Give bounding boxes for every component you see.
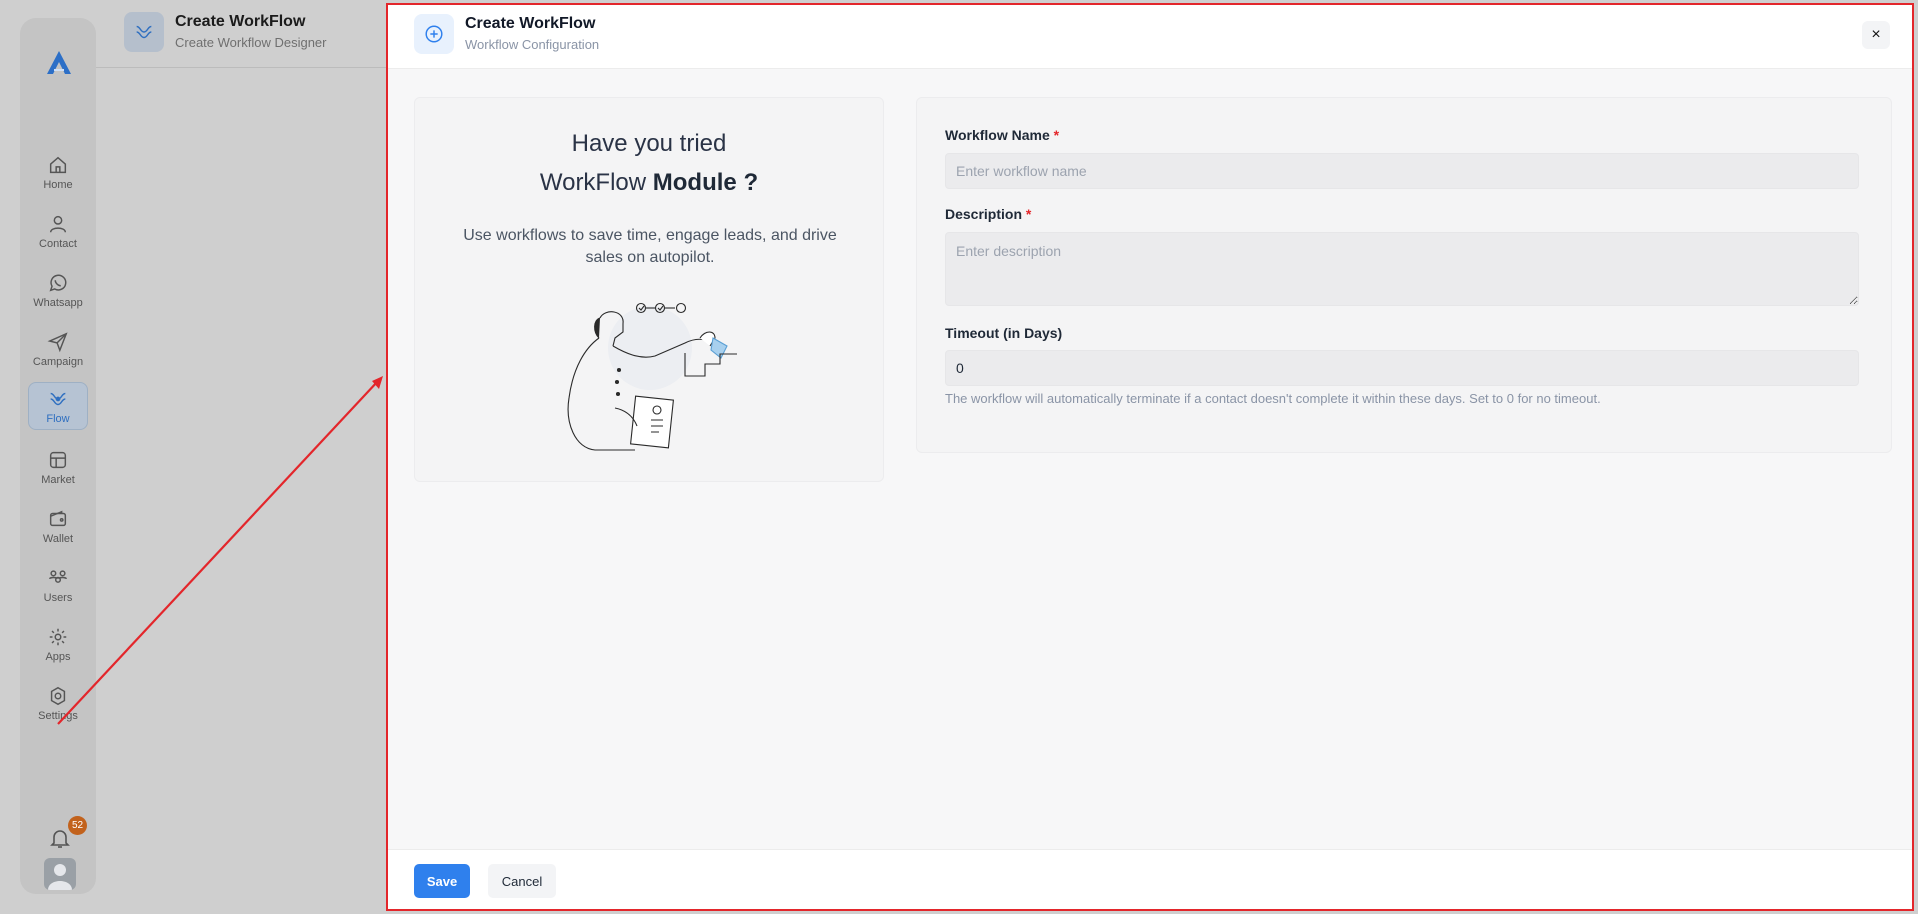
timeout-help-text: The workflow will automatically terminat… [945,391,1601,406]
promo-heading-line1: Have you tried [571,130,727,157]
plus-circle-icon [414,14,454,54]
sidebar-item-apps[interactable]: Apps [28,620,88,668]
promo-description: Use workflows to save time, engage leads… [463,227,837,266]
sidebar-item-label: Flow [46,412,70,425]
workflow-name-label-text: Workflow Name [945,127,1050,143]
flow-icon [50,392,66,405]
apps-icon [49,628,67,645]
sidebar-item-label: Campaign [32,355,84,368]
home-icon [49,156,67,173]
workflow-illustration [567,302,737,451]
sidebar-item-label: Wallet [42,532,74,545]
sidebar-item-whatsapp[interactable]: Whatsapp [28,266,88,314]
promo-heading-bold: Module ? [652,169,759,196]
settings-icon [50,686,66,705]
background-page-title: Create WorkFlow [175,13,306,30]
modal-footer: Save Cancel [388,849,1912,909]
flow-icon [124,12,164,52]
sidebar-item-home[interactable]: Home [28,148,88,196]
timeout-input[interactable] [945,350,1859,386]
sidebar-item-label: Market [41,473,75,486]
sidebar-item-wallet[interactable]: Wallet [28,502,88,550]
modal-subtitle: Workflow Configuration [465,37,600,52]
sidebar: Home Contact Whatsapp Campaign Flow Mark… [20,18,96,894]
sidebar-item-label: Users [43,591,73,604]
description-label-text: Description [945,206,1023,222]
sidebar-item-label: Settings [38,709,78,722]
save-button[interactable]: Save [414,864,470,898]
send-icon [47,331,68,352]
background-page-subtitle: Create Workflow Designer [175,35,327,50]
sidebar-item-label: Apps [45,650,71,663]
sidebar-item-settings[interactable]: Settings [28,679,88,727]
avatar-placeholder-icon [48,864,72,890]
users-icon [49,569,67,583]
sidebar-item-label: Whatsapp [33,296,83,309]
sidebar-item-label: Home [43,178,73,191]
avatar[interactable] [44,858,76,890]
workflow-name-label: Workflow Name * [945,127,1059,143]
sidebar-item-label: Contact [39,237,77,250]
required-mark: * [1053,127,1060,143]
sidebar-item-contact[interactable]: Contact [28,207,88,255]
brand-logo [47,51,71,74]
whatsapp-icon [49,274,67,291]
promo-heading-prefix: WorkFlow [539,169,653,196]
description-textarea[interactable] [945,232,1859,306]
workflow-form: Workflow Name * Description * Timeout (i… [916,97,1892,453]
wallet-icon [49,510,67,526]
market-icon [49,451,67,468]
sidebar-item-flow[interactable]: Flow [28,382,88,430]
cancel-button[interactable]: Cancel [488,864,556,898]
workflow-name-input[interactable] [945,153,1859,189]
modal-title: Create WorkFlow [465,15,596,32]
sidebar-item-campaign[interactable]: Campaign [28,325,88,373]
notification-badge: 52 [68,816,87,835]
promo-card: Have you tried WorkFlow Module ? Use wor… [414,97,884,482]
required-mark: * [1025,206,1032,222]
timeout-label: Timeout (in Days) [945,325,1063,341]
sidebar-item-users[interactable]: Users [28,561,88,609]
create-workflow-modal: Create WorkFlow Workflow Configuration ×… [386,3,1914,911]
user-icon [49,215,67,232]
promo-heading-line2: WorkFlow Module ? [415,169,883,197]
sidebar-item-market[interactable]: Market [28,443,88,491]
close-button[interactable]: × [1862,21,1890,49]
background-header: Create WorkFlow Create Workflow Designer [96,0,386,68]
close-icon: × [1871,26,1881,43]
modal-header: Create WorkFlow Workflow Configuration × [388,5,1912,69]
description-label: Description * [945,206,1031,222]
